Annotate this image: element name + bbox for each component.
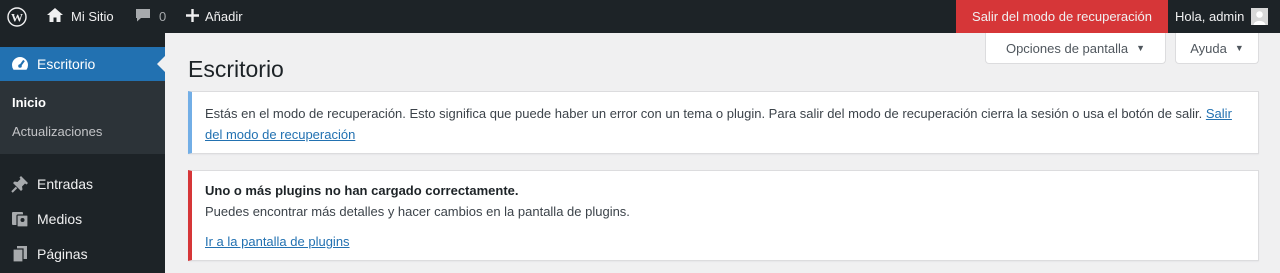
home-icon — [46, 7, 64, 26]
page-icon — [0, 244, 36, 264]
site-name-label: Mi Sitio — [71, 9, 114, 24]
sidebar-item-label: Entradas — [37, 176, 94, 192]
sidebar-item-label: Escritorio — [37, 56, 96, 72]
dashboard-submenu: Inicio Actualizaciones — [0, 81, 165, 154]
sidebar-item-media[interactable]: Medios — [0, 202, 165, 236]
page-title: Escritorio — [188, 56, 284, 82]
wordpress-logo-icon[interactable]: W — [7, 0, 31, 33]
plugins-error-text: Puedes encontrar más detalles y hacer ca… — [205, 204, 630, 219]
recovery-notice-text: Estás en el modo de recuperación. Esto s… — [205, 106, 1203, 121]
admin-toolbar: W Mi Sitio 0 Añadir Salir del modo de re… — [0, 0, 1280, 33]
caret-down-icon: ▼ — [1234, 43, 1244, 53]
site-name-link[interactable]: Mi Sitio — [46, 0, 114, 33]
account-greeting: Hola, admin — [1175, 9, 1245, 24]
my-account-link[interactable]: Hola, admin — [1175, 0, 1269, 33]
new-content-label: Añadir — [205, 9, 243, 24]
screen-options-label: Opciones de pantalla — [1005, 40, 1129, 56]
sidebar-item-posts[interactable]: Entradas — [0, 167, 165, 201]
submenu-item-updates[interactable]: Actualizaciones — [12, 124, 102, 139]
pin-icon — [0, 174, 36, 194]
new-content-link[interactable]: Añadir — [186, 0, 243, 33]
help-button[interactable]: Ayuda ▼ — [1175, 33, 1259, 64]
caret-down-icon: ▼ — [1136, 43, 1146, 53]
screen-options-button[interactable]: Opciones de pantalla ▼ — [985, 33, 1166, 64]
admin-sidebar: Escritorio Inicio Actualizaciones Entrad… — [0, 33, 165, 273]
plus-icon — [186, 8, 199, 25]
help-label: Ayuda — [1190, 40, 1227, 56]
comments-count: 0 — [159, 9, 167, 24]
plugins-screen-link[interactable]: Ir a la pantalla de plugins — [205, 234, 350, 249]
comment-bubble-icon — [134, 7, 152, 26]
plugins-error-notice: Uno o más plugins no han cargado correct… — [188, 170, 1259, 261]
sidebar-item-pages[interactable]: Páginas — [0, 237, 165, 271]
recovery-mode-notice: Estás en el modo de recuperación. Esto s… — [188, 91, 1259, 154]
submenu-item-home[interactable]: Inicio — [12, 95, 46, 110]
plugins-error-title: Uno o más plugins no han cargado correct… — [205, 183, 519, 198]
sidebar-item-label: Medios — [37, 211, 83, 227]
comments-link[interactable]: 0 — [134, 0, 166, 33]
sidebar-item-dashboard[interactable]: Escritorio — [0, 47, 165, 81]
media-icon — [0, 209, 36, 229]
exit-recovery-mode-button[interactable]: Salir del modo de recuperación — [956, 0, 1168, 33]
sidebar-item-label: Páginas — [37, 246, 88, 262]
dashboard-icon — [0, 54, 36, 74]
svg-text:W: W — [11, 10, 23, 24]
avatar — [1251, 8, 1269, 25]
